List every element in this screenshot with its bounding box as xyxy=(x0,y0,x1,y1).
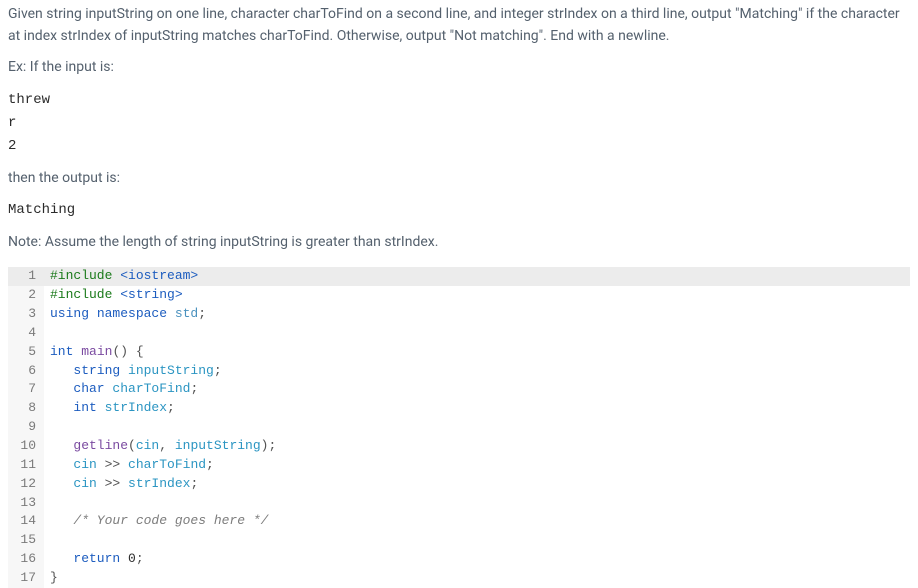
code-line[interactable]: 6 string inputString; xyxy=(8,362,910,381)
line-number: 14 xyxy=(8,512,44,531)
code-text[interactable]: return 0; xyxy=(44,550,144,569)
code-line[interactable]: 12 cin >> strIndex; xyxy=(8,475,910,494)
problem-note: Note: Assume the length of string inputS… xyxy=(8,232,910,254)
code-text[interactable] xyxy=(44,418,50,437)
code-text[interactable]: #include <string> xyxy=(44,286,183,305)
example-output: Matching xyxy=(8,200,910,222)
code-text[interactable] xyxy=(44,494,50,513)
code-line[interactable]: 4 xyxy=(8,324,910,343)
example-input: threw r 2 xyxy=(8,89,910,158)
line-number: 6 xyxy=(8,362,44,381)
line-number: 13 xyxy=(8,494,44,513)
code-text[interactable]: #include <iostream> xyxy=(44,267,198,286)
line-number: 5 xyxy=(8,343,44,362)
code-line[interactable]: 2#include <string> xyxy=(8,286,910,305)
line-number: 17 xyxy=(8,569,44,588)
code-line[interactable]: 5int main() { xyxy=(8,343,910,362)
code-line[interactable]: 3using namespace std; xyxy=(8,305,910,324)
code-text[interactable]: /* Your code goes here */ xyxy=(44,512,268,531)
line-number: 8 xyxy=(8,399,44,418)
example-lead: Ex: If the input is: xyxy=(8,57,910,79)
code-line[interactable]: 1#include <iostream> xyxy=(8,267,910,286)
code-line[interactable]: 17} xyxy=(8,569,910,588)
code-text[interactable] xyxy=(44,531,50,550)
code-line[interactable]: 14 /* Your code goes here */ xyxy=(8,512,910,531)
code-editor[interactable]: 1#include <iostream>2#include <string>3u… xyxy=(8,267,910,587)
code-text[interactable]: getline(cin, inputString); xyxy=(44,437,276,456)
code-line[interactable]: 10 getline(cin, inputString); xyxy=(8,437,910,456)
code-line[interactable]: 11 cin >> charToFind; xyxy=(8,456,910,475)
line-number: 16 xyxy=(8,550,44,569)
code-line[interactable]: 9 xyxy=(8,418,910,437)
line-number: 12 xyxy=(8,475,44,494)
line-number: 11 xyxy=(8,456,44,475)
line-number: 1 xyxy=(8,267,44,286)
line-number: 3 xyxy=(8,305,44,324)
code-text[interactable]: int main() { xyxy=(44,343,144,362)
code-line[interactable]: 8 int strIndex; xyxy=(8,399,910,418)
code-line[interactable]: 15 xyxy=(8,531,910,550)
code-line[interactable]: 16 return 0; xyxy=(8,550,910,569)
code-text[interactable]: using namespace std; xyxy=(44,305,206,324)
code-text[interactable]: cin >> charToFind; xyxy=(44,456,214,475)
code-text[interactable]: } xyxy=(44,569,58,588)
line-number: 7 xyxy=(8,380,44,399)
line-number: 2 xyxy=(8,286,44,305)
then-output-label: then the output is: xyxy=(8,168,910,190)
problem-instructions: Given string inputString on one line, ch… xyxy=(8,4,910,47)
code-text[interactable]: int strIndex; xyxy=(44,399,175,418)
line-number: 4 xyxy=(8,324,44,343)
code-text[interactable] xyxy=(44,324,50,343)
line-number: 10 xyxy=(8,437,44,456)
code-text[interactable]: string inputString; xyxy=(44,362,222,381)
code-line[interactable]: 13 xyxy=(8,494,910,513)
line-number: 9 xyxy=(8,418,44,437)
line-number: 15 xyxy=(8,531,44,550)
code-line[interactable]: 7 char charToFind; xyxy=(8,380,910,399)
code-text[interactable]: char charToFind; xyxy=(44,380,198,399)
code-text[interactable]: cin >> strIndex; xyxy=(44,475,198,494)
